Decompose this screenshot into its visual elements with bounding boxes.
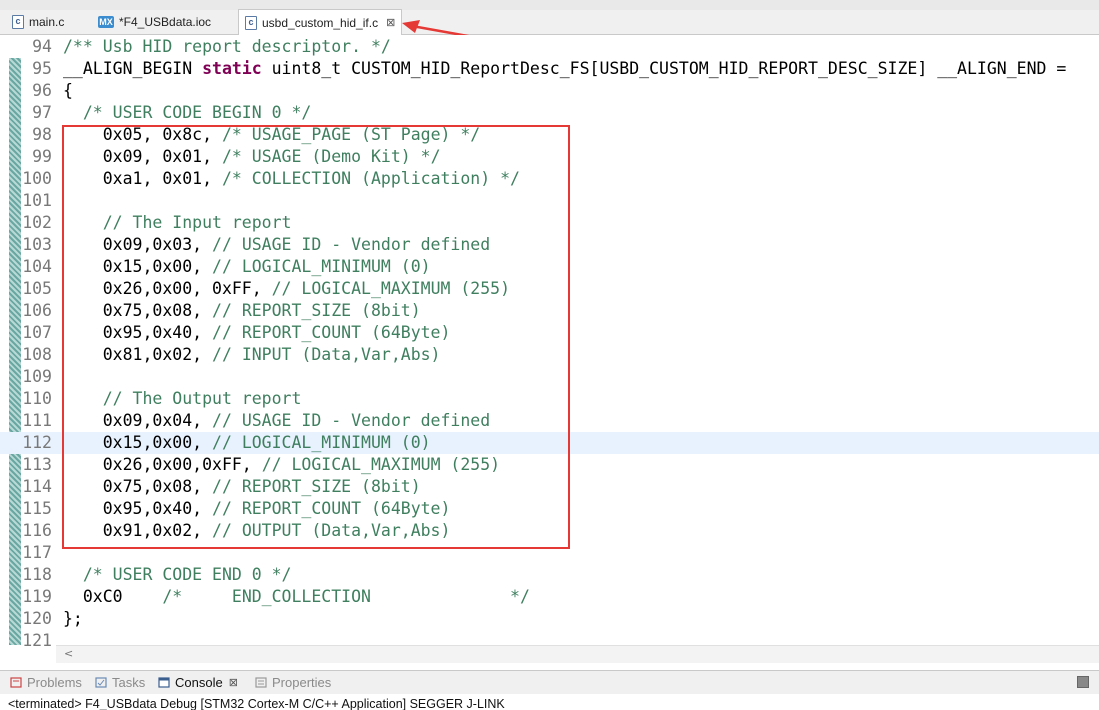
code-text: /* USER CODE BEGIN 0 */	[63, 102, 312, 124]
console-icon	[158, 677, 170, 688]
tab-label: usbd_custom_hid_if.c	[262, 15, 379, 30]
line-number: 101	[22, 191, 52, 210]
line-number: 95	[32, 59, 52, 78]
c-file-icon: c	[12, 15, 24, 29]
line-number: 117	[22, 543, 52, 562]
code-token: __ALIGN_BEGIN	[63, 59, 203, 78]
line-number: 100	[22, 169, 52, 188]
line-number: 108	[22, 345, 52, 364]
line-number: 116	[22, 521, 52, 540]
line-number: 120	[22, 609, 52, 628]
line-number: 104	[22, 257, 52, 276]
c-file-icon: c	[245, 15, 257, 30]
line-number: 106	[22, 301, 52, 320]
code-comment: /* END_COLLECTION */	[162, 587, 530, 606]
editor-tab-bar: c main.c MX *F4_USBdata.ioc c usbd_custo…	[0, 0, 1099, 35]
line-number: 94	[32, 37, 52, 56]
line-number: 99	[32, 147, 52, 166]
tab-label: Problems	[27, 675, 82, 690]
line-number: 103	[22, 235, 52, 254]
console-status-line: <terminated> F4_USBdata Debug [STM32 Cor…	[0, 694, 1099, 710]
line-number: 96	[32, 81, 52, 100]
tab-label: *F4_USBdata.ioc	[119, 15, 212, 29]
annotation-highlight-box	[62, 125, 570, 549]
tab-label: Properties	[272, 675, 332, 690]
line-number: 111	[22, 411, 52, 430]
tab-console[interactable]: Console ⊠	[158, 675, 238, 690]
code-line[interactable]: 118 /* USER CODE END 0 */	[0, 564, 1099, 586]
code-text: __ALIGN_BEGIN static uint8_t CUSTOM_HID_…	[63, 58, 1066, 80]
tab-tasks[interactable]: Tasks	[95, 675, 145, 690]
code-line[interactable]: 96 {	[0, 80, 1099, 102]
code-line[interactable]: 94 /** Usb HID report descriptor. */	[0, 36, 1099, 58]
line-number: 110	[22, 389, 52, 408]
line-number: 118	[22, 565, 52, 584]
code-line[interactable]: 97 /* USER CODE BEGIN 0 */	[0, 102, 1099, 124]
code-token: uint8_t CUSTOM_HID_ReportDesc_FS[USBD_CU…	[261, 59, 1067, 78]
code-comment: /* USER CODE BEGIN 0 */	[63, 103, 312, 122]
tasks-icon	[95, 677, 107, 688]
line-number: 113	[22, 455, 52, 474]
code-token: 0xC0	[63, 587, 163, 606]
code-keyword: static	[202, 59, 262, 78]
close-icon[interactable]: ⊠	[386, 16, 395, 29]
close-icon[interactable]: ⊠	[229, 676, 238, 689]
line-number: 119	[22, 587, 52, 606]
tab-problems[interactable]: Problems	[10, 675, 82, 690]
line-number: 98	[32, 125, 52, 144]
tab-label: Console	[175, 675, 223, 690]
tab-label: Tasks	[112, 675, 146, 690]
code-line[interactable]: 120};	[0, 608, 1099, 630]
tab-f4-usbdata-ioc[interactable]: MX *F4_USBdata.ioc	[98, 10, 211, 34]
line-number: 102	[22, 213, 52, 232]
tab-strip-top	[0, 0, 1099, 10]
scroll-left-icon[interactable]: <	[64, 647, 73, 660]
tab-properties[interactable]: Properties	[255, 675, 331, 690]
line-number: 107	[22, 323, 52, 342]
line-number: 109	[22, 367, 52, 386]
code-text: {	[63, 80, 73, 102]
bottom-panel-tabs: Problems Tasks Console ⊠ Properties	[0, 670, 1099, 695]
line-number: 114	[22, 477, 52, 496]
line-number: 115	[22, 499, 52, 518]
mx-file-icon: MX	[98, 16, 114, 28]
tab-main-c[interactable]: c main.c	[12, 10, 64, 34]
code-text: /* USER CODE END 0 */	[63, 564, 292, 586]
tab-usbd-custom-hid-if-c[interactable]: c usbd_custom_hid_if.c ⊠	[238, 9, 403, 35]
code-token: };	[63, 609, 83, 628]
minimize-panel-icon[interactable]	[1077, 676, 1089, 688]
code-comment: /* USER CODE END 0 */	[63, 565, 292, 584]
code-text: };	[63, 608, 83, 630]
line-number: 112	[22, 433, 52, 452]
code-line[interactable]: 95 __ALIGN_BEGIN static uint8_t CUSTOM_HI…	[0, 58, 1099, 80]
horizontal-scrollbar[interactable]: <	[56, 645, 1099, 663]
properties-icon	[255, 677, 267, 688]
problems-icon	[10, 677, 22, 688]
code-text: /** Usb HID report descriptor. */	[63, 36, 391, 58]
code-comment: /** Usb HID report descriptor. */	[63, 37, 391, 56]
code-text: 0xC0 /* END_COLLECTION */	[63, 586, 530, 608]
line-number: 97	[32, 103, 52, 122]
tab-label: main.c	[29, 15, 65, 29]
line-number: 121	[22, 631, 52, 650]
code-token: {	[63, 81, 73, 100]
code-line[interactable]: 119 0xC0 /* END_COLLECTION */	[0, 586, 1099, 608]
line-number: 105	[22, 279, 52, 298]
